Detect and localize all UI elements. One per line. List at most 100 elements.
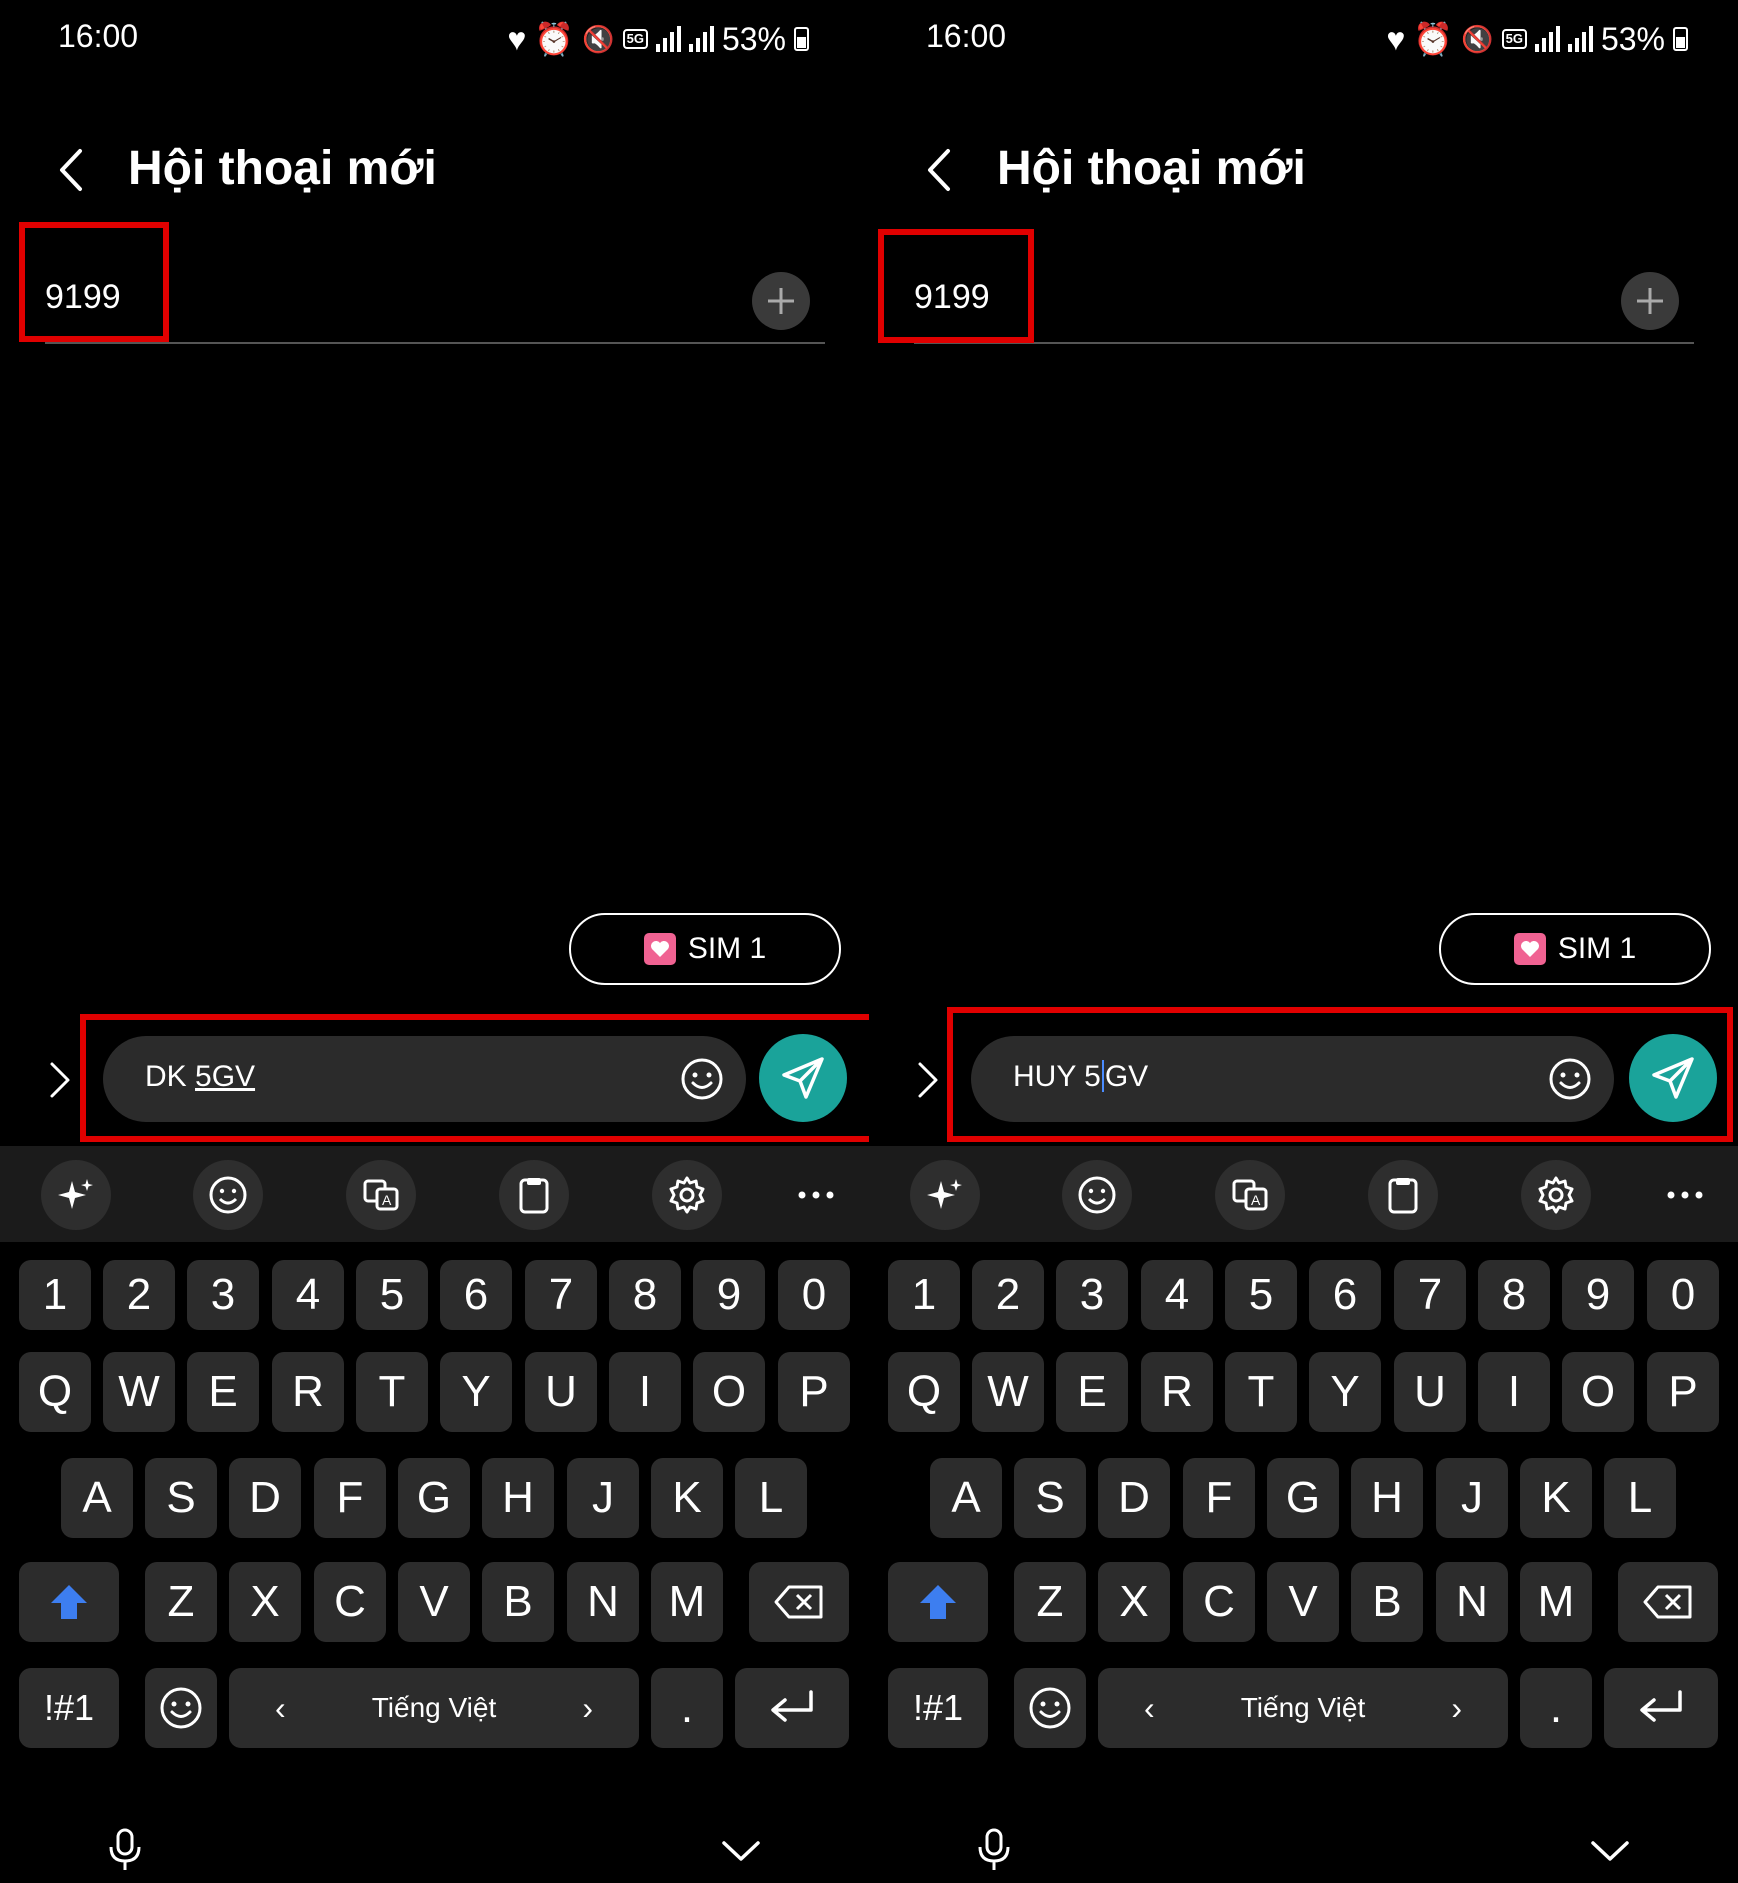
key-6[interactable]: 6 — [440, 1260, 512, 1330]
key-5[interactable]: 5 — [356, 1260, 428, 1330]
key-w[interactable]: W — [103, 1352, 175, 1432]
backspace-key[interactable] — [749, 1562, 849, 1642]
key-6[interactable]: 6 — [1309, 1260, 1381, 1330]
microphone-icon[interactable] — [976, 1827, 1012, 1873]
period-key[interactable]: . — [1520, 1668, 1592, 1748]
settings-gear-icon[interactable] — [652, 1160, 722, 1230]
key-a[interactable]: A — [61, 1458, 133, 1538]
back-arrow-icon[interactable] — [52, 145, 92, 195]
expand-chevron-icon[interactable] — [912, 1058, 942, 1102]
key-h[interactable]: H — [482, 1458, 554, 1538]
key-7[interactable]: 7 — [1394, 1260, 1466, 1330]
translate-icon[interactable]: A — [1215, 1160, 1285, 1230]
key-z[interactable]: Z — [1014, 1562, 1086, 1642]
expand-chevron-icon[interactable] — [44, 1058, 74, 1102]
emoji-key[interactable] — [1014, 1668, 1086, 1748]
key-5[interactable]: 5 — [1225, 1260, 1297, 1330]
shift-key[interactable] — [19, 1562, 119, 1642]
key-y[interactable]: Y — [1309, 1352, 1381, 1432]
add-recipient-button[interactable] — [752, 272, 810, 330]
key-1[interactable]: 1 — [888, 1260, 960, 1330]
key-m[interactable]: M — [651, 1562, 723, 1642]
key-o[interactable]: O — [693, 1352, 765, 1432]
key-0[interactable]: 0 — [1647, 1260, 1719, 1330]
sim-selector-button[interactable]: SIM 1 — [569, 913, 841, 985]
key-c[interactable]: C — [1183, 1562, 1255, 1642]
key-u[interactable]: U — [525, 1352, 597, 1432]
key-f[interactable]: F — [1183, 1458, 1255, 1538]
emoji-panel-icon[interactable] — [1062, 1160, 1132, 1230]
key-i[interactable]: I — [609, 1352, 681, 1432]
emoji-panel-icon[interactable] — [193, 1160, 263, 1230]
settings-gear-icon[interactable] — [1521, 1160, 1591, 1230]
key-9[interactable]: 9 — [693, 1260, 765, 1330]
key-m[interactable]: M — [1520, 1562, 1592, 1642]
key-n[interactable]: N — [1436, 1562, 1508, 1642]
emoji-key[interactable] — [145, 1668, 217, 1748]
key-k[interactable]: K — [651, 1458, 723, 1538]
key-p[interactable]: P — [778, 1352, 850, 1432]
key-a[interactable]: A — [930, 1458, 1002, 1538]
key-4[interactable]: 4 — [272, 1260, 344, 1330]
space-language-key[interactable]: ‹ Tiếng Việt › — [1098, 1668, 1508, 1748]
hide-keyboard-chevron-icon[interactable] — [720, 1839, 762, 1863]
key-s[interactable]: S — [145, 1458, 217, 1538]
key-x[interactable]: X — [1098, 1562, 1170, 1642]
key-t[interactable]: T — [1225, 1352, 1297, 1432]
back-arrow-icon[interactable] — [920, 145, 960, 195]
key-2[interactable]: 2 — [103, 1260, 175, 1330]
symbols-key[interactable]: !#1 — [888, 1668, 988, 1748]
key-4[interactable]: 4 — [1141, 1260, 1213, 1330]
key-t[interactable]: T — [356, 1352, 428, 1432]
key-7[interactable]: 7 — [525, 1260, 597, 1330]
key-b[interactable]: B — [482, 1562, 554, 1642]
space-language-key[interactable]: ‹ Tiếng Việt › — [229, 1668, 639, 1748]
key-q[interactable]: Q — [888, 1352, 960, 1432]
key-g[interactable]: G — [398, 1458, 470, 1538]
key-8[interactable]: 8 — [1478, 1260, 1550, 1330]
key-y[interactable]: Y — [440, 1352, 512, 1432]
add-recipient-button[interactable] — [1621, 272, 1679, 330]
key-j[interactable]: J — [1436, 1458, 1508, 1538]
key-e[interactable]: E — [1056, 1352, 1128, 1432]
key-r[interactable]: R — [272, 1352, 344, 1432]
key-k[interactable]: K — [1520, 1458, 1592, 1538]
sim-selector-button[interactable]: SIM 1 — [1439, 913, 1711, 985]
enter-key[interactable] — [735, 1668, 849, 1748]
key-i[interactable]: I — [1478, 1352, 1550, 1432]
key-p[interactable]: P — [1647, 1352, 1719, 1432]
key-r[interactable]: R — [1141, 1352, 1213, 1432]
key-l[interactable]: L — [735, 1458, 807, 1538]
key-b[interactable]: B — [1351, 1562, 1423, 1642]
key-c[interactable]: C — [314, 1562, 386, 1642]
clipboard-icon[interactable] — [1368, 1160, 1438, 1230]
ai-sparkle-icon[interactable] — [41, 1160, 111, 1230]
key-x[interactable]: X — [229, 1562, 301, 1642]
symbols-key[interactable]: !#1 — [19, 1668, 119, 1748]
key-l[interactable]: L — [1604, 1458, 1676, 1538]
key-q[interactable]: Q — [19, 1352, 91, 1432]
microphone-icon[interactable] — [107, 1827, 143, 1873]
key-2[interactable]: 2 — [972, 1260, 1044, 1330]
key-9[interactable]: 9 — [1562, 1260, 1634, 1330]
key-u[interactable]: U — [1394, 1352, 1466, 1432]
key-w[interactable]: W — [972, 1352, 1044, 1432]
key-3[interactable]: 3 — [187, 1260, 259, 1330]
key-0[interactable]: 0 — [778, 1260, 850, 1330]
translate-icon[interactable]: A — [346, 1160, 416, 1230]
key-d[interactable]: D — [1098, 1458, 1170, 1538]
key-v[interactable]: V — [1267, 1562, 1339, 1642]
key-o[interactable]: O — [1562, 1352, 1634, 1432]
period-key[interactable]: . — [651, 1668, 723, 1748]
more-options-icon[interactable] — [781, 1160, 851, 1230]
key-s[interactable]: S — [1014, 1458, 1086, 1538]
key-g[interactable]: G — [1267, 1458, 1339, 1538]
key-j[interactable]: J — [567, 1458, 639, 1538]
key-z[interactable]: Z — [145, 1562, 217, 1642]
clipboard-icon[interactable] — [499, 1160, 569, 1230]
shift-key[interactable] — [888, 1562, 988, 1642]
key-1[interactable]: 1 — [19, 1260, 91, 1330]
key-v[interactable]: V — [398, 1562, 470, 1642]
key-h[interactable]: H — [1351, 1458, 1423, 1538]
hide-keyboard-chevron-icon[interactable] — [1589, 1839, 1631, 1863]
